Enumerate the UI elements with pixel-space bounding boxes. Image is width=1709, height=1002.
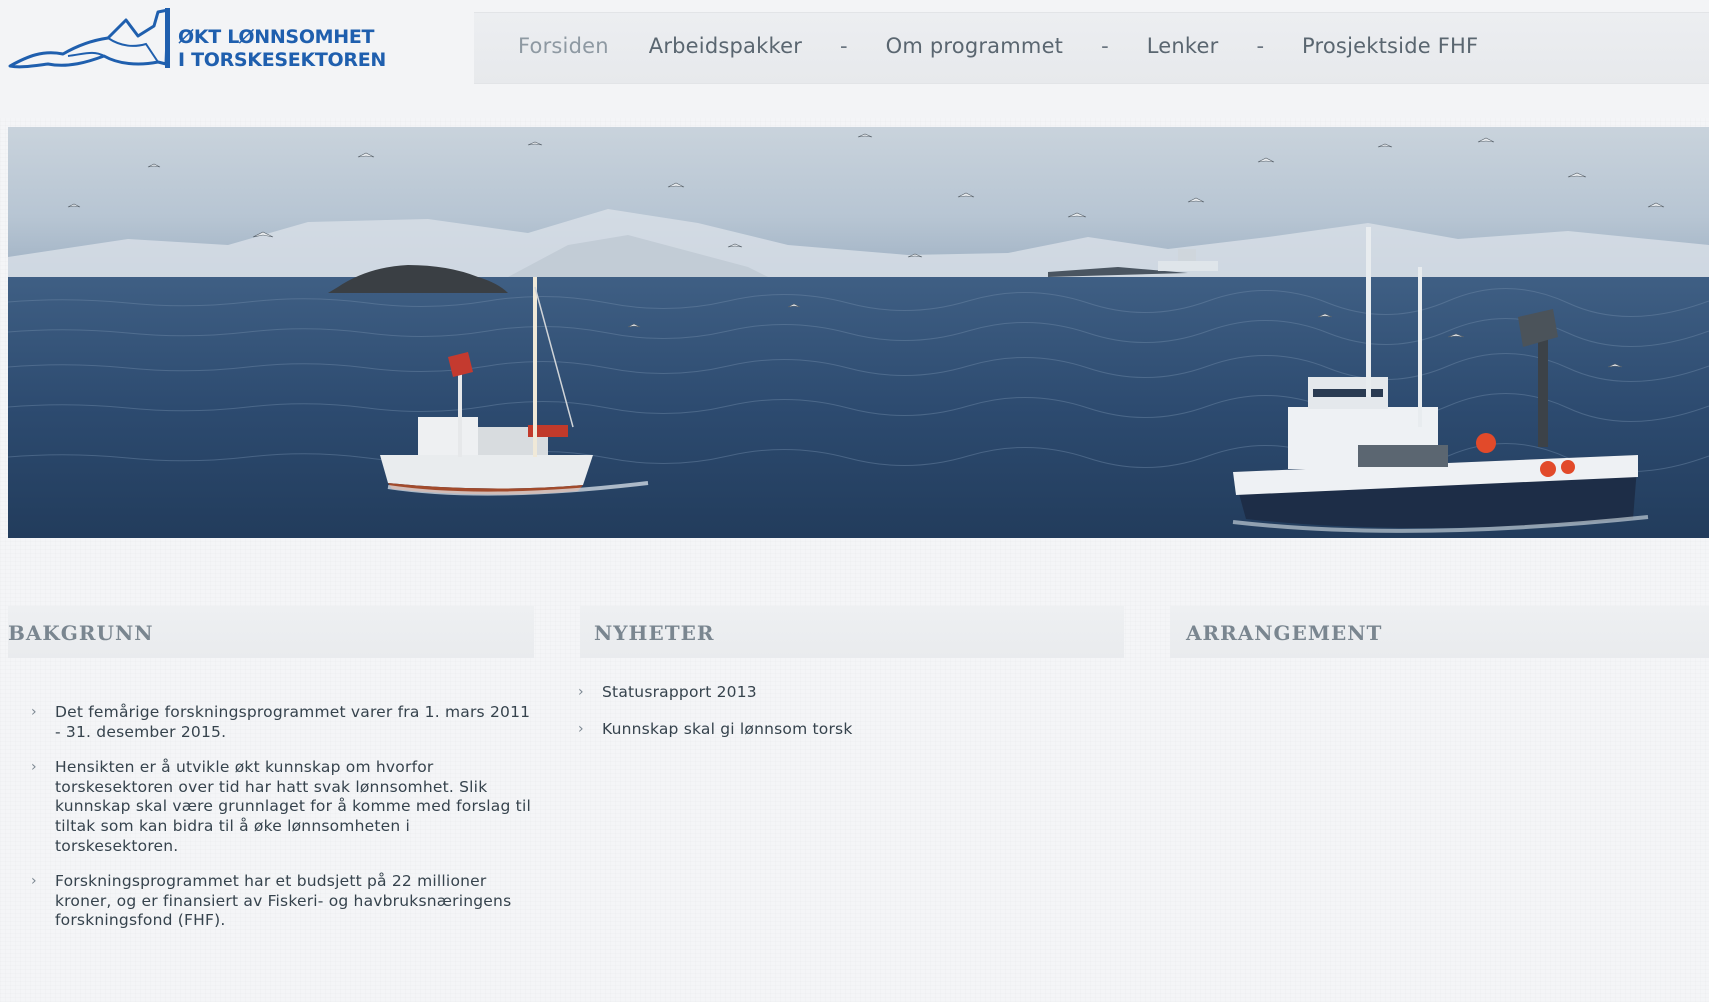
news-link-statusrapport[interactable]: Statusrapport 2013 [602, 683, 757, 701]
chevron-right-icon: › [31, 873, 37, 890]
page: ØKT LØNNSOMHET I TORSKESEKTOREN Forsiden… [0, 0, 1709, 1002]
nav-item-forsiden[interactable]: Forsiden [474, 34, 641, 58]
nav-separator: - [1256, 34, 1265, 58]
list-item-text: Hensikten er å utvikle økt kunnskap om h… [55, 758, 531, 855]
chevron-right-icon: › [31, 704, 37, 720]
logo-line-1: ØKT LØNNSOMHET [178, 26, 375, 48]
nyheter-header: NYHETER [580, 606, 1124, 658]
main-nav: Forsiden Arbeidspakker - Om programmet -… [474, 26, 1486, 66]
chevron-right-icon: › [31, 759, 37, 776]
nav-separator: - [1101, 34, 1109, 58]
nav-item-om-programmet[interactable]: Om programmet [878, 34, 1072, 58]
hero-banner [8, 127, 1709, 538]
chevron-right-icon: › [578, 684, 584, 700]
list-item: › Hensikten er å utvikle økt kunnskap om… [31, 758, 536, 856]
bakgrunn-list: › Det femårige forskningsprogrammet vare… [31, 703, 536, 947]
chevron-right-icon: › [578, 720, 584, 737]
list-item: › Det femårige forskningsprogrammet vare… [31, 703, 536, 742]
nav-item-arbeidspakker[interactable]: Arbeidspakker [641, 34, 810, 58]
bakgrunn-header: BAKGRUNN [8, 606, 534, 658]
news-link-kunnskap[interactable]: Kunnskap skal gi lønnsom torsk [602, 720, 853, 738]
nav-separator: - [840, 34, 848, 58]
list-item-text: Det femårige forskningsprogrammet varer … [55, 703, 531, 741]
list-item-text: Forskningsprogrammet har et budsjett på … [55, 872, 512, 930]
nyheter-title: NYHETER [594, 621, 715, 645]
nav-item-lenker[interactable]: Lenker [1139, 34, 1227, 58]
site-logo[interactable]: ØKT LØNNSOMHET I TORSKESEKTOREN [8, 6, 428, 76]
list-item: › Kunnskap skal gi lønnsom torsk [578, 720, 1098, 740]
arrangement-title: ARRANGEMENT [1186, 621, 1383, 645]
nav-item-prosjektside-fhf[interactable]: Prosjektside FHF [1294, 34, 1486, 58]
logo-line-2: I TORSKESEKTOREN [178, 49, 387, 71]
logo-text: ØKT LØNNSOMHET I TORSKESEKTOREN [178, 26, 386, 72]
arrangement-header: ARRANGEMENT [1170, 606, 1709, 658]
fishing-boats-photo-icon [8, 127, 1709, 538]
nyheter-list: › Statusrapport 2013 › Kunnskap skal gi … [578, 683, 1098, 756]
list-item: › Statusrapport 2013 [578, 683, 1098, 703]
bakgrunn-title: BAKGRUNN [8, 621, 154, 645]
fish-logo-icon [8, 8, 170, 69]
site-header: ØKT LØNNSOMHET I TORSKESEKTOREN Forsiden… [0, 0, 1709, 118]
list-item: › Forskningsprogrammet har et budsjett p… [31, 872, 536, 931]
